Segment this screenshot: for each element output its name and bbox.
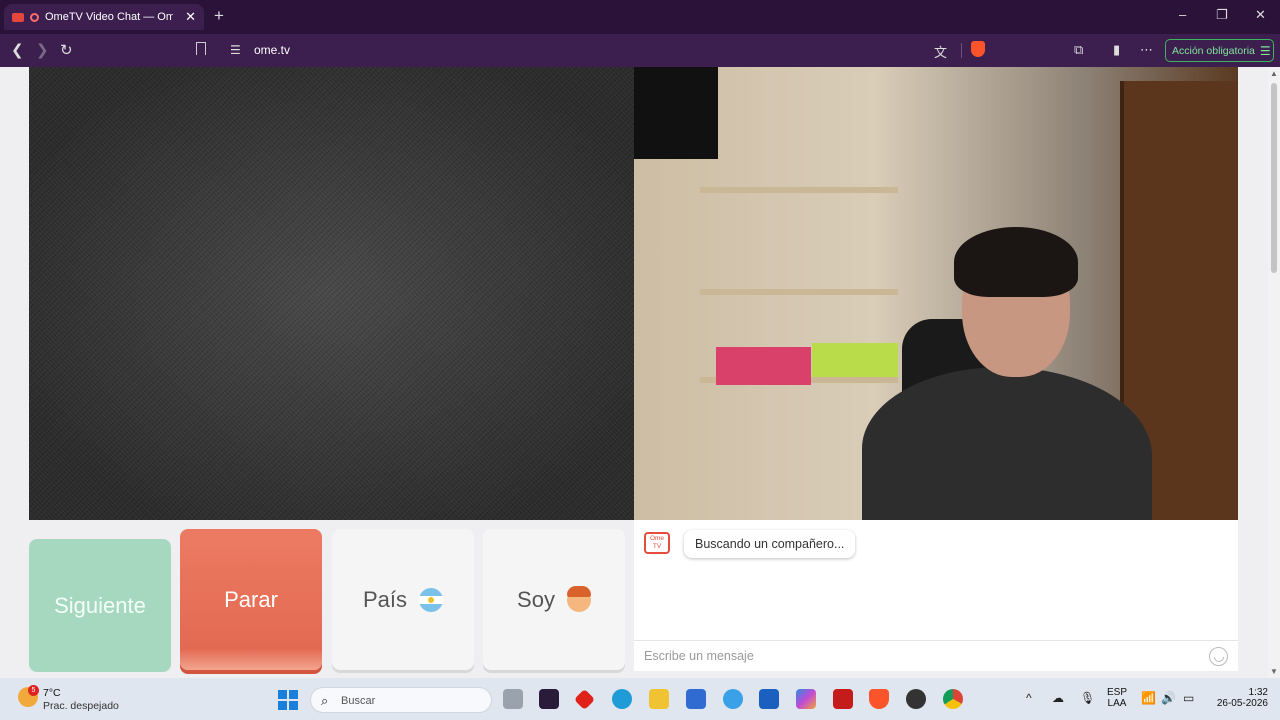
status-message: Buscando un compañero... [684, 530, 856, 558]
next-button[interactable]: Siguiente [29, 539, 171, 672]
wall-poster [634, 67, 718, 159]
menu-icon: ☰ [1259, 43, 1271, 58]
stop-button[interactable]: Parar [180, 529, 322, 670]
person-hair [954, 227, 1078, 297]
onedrive-icon[interactable]: ☁ [1052, 691, 1064, 705]
close-window-button[interactable]: ✕ [1255, 7, 1266, 23]
wifi-icon[interactable]: 📶 [1141, 691, 1156, 705]
shoe-box [716, 347, 811, 385]
person [862, 227, 1152, 520]
weather-description: Prac. despejado [43, 700, 119, 712]
maximize-button[interactable]: ❐ [1216, 7, 1228, 23]
stop-label: Parar [224, 586, 278, 612]
app-icon[interactable] [539, 689, 559, 709]
own-camera-video [634, 67, 1238, 520]
windows-taskbar: 5 7°C Prac. despejado ⌕ Buscar ^ ☁ 🎙 ESP… [0, 678, 1280, 720]
country-button[interactable]: País [332, 529, 474, 670]
app-icon[interactable] [723, 689, 743, 709]
browser-toolbar: ❮ ❯ ↻ ☰ ome.tv 文 ⧉ ▮ ⋯ Acción obligatori… [0, 34, 1280, 67]
chat-panel: Ome TV Buscando un compañero... [634, 520, 1238, 671]
tab-title: OmeTV Video Chat — Omegl [45, 11, 173, 23]
scroll-thumb[interactable] [1271, 83, 1277, 273]
argentina-flag-icon [419, 587, 444, 612]
message-input[interactable] [634, 641, 1238, 671]
scroll-up-icon[interactable]: ▲ [1270, 69, 1278, 78]
brave-taskbar-icon[interactable] [869, 689, 889, 709]
task-view-icon[interactable] [503, 689, 523, 709]
weather-badge: 5 [28, 685, 39, 696]
gender-label: Soy [517, 586, 555, 612]
outlook-icon[interactable] [759, 689, 779, 709]
sidebar-icon[interactable]: ▮ [1113, 42, 1120, 58]
back-icon[interactable]: ❮ [11, 41, 24, 59]
browser-tab[interactable]: OmeTV Video Chat — Omegl ✕ [4, 4, 204, 30]
file-explorer-icon[interactable] [649, 689, 669, 709]
edge-icon[interactable] [612, 689, 632, 709]
browser-tab-bar: OmeTV Video Chat — Omegl ✕ + – ❐ ✕ [0, 0, 1280, 34]
extensions-icon[interactable]: ⋯ [1140, 42, 1153, 58]
screenshot-icon[interactable]: ⧉ [1074, 42, 1083, 58]
boy-face-icon [566, 585, 591, 612]
forward-icon[interactable]: ❯ [36, 41, 49, 59]
copilot-icon[interactable] [796, 689, 816, 709]
store-icon[interactable] [686, 689, 706, 709]
page-scrollbar[interactable]: ▲ ▼ [1268, 67, 1280, 678]
minimize-button[interactable]: – [1179, 7, 1186, 22]
shelf [700, 187, 898, 193]
clock-date: 26-05-2026 [1216, 698, 1268, 709]
clock[interactable]: 1:32 26-05-2026 [1208, 687, 1268, 709]
windows-start-icon[interactable] [278, 690, 298, 710]
scroll-down-icon[interactable]: ▼ [1270, 667, 1278, 676]
emoji-icon[interactable] [1209, 647, 1228, 666]
microphone-icon[interactable]: 🎙 [1080, 691, 1095, 705]
search-icon: ⌕ [321, 693, 329, 708]
weather-temperature: 7°C [43, 687, 61, 699]
required-action-button[interactable]: Acción obligatoria ☰ [1165, 39, 1274, 62]
tab-close-icon[interactable]: ✕ [185, 9, 196, 25]
battery-icon[interactable]: ▭ [1183, 691, 1194, 705]
static-noise [29, 67, 634, 520]
site-settings-icon[interactable]: ☰ [230, 43, 241, 57]
language-indicator[interactable]: ESP LAA [1106, 687, 1128, 709]
ometv-favicon-icon [12, 12, 24, 22]
brave-shields-icon[interactable] [971, 41, 985, 57]
required-action-label: Acción obligatoria [1172, 44, 1255, 57]
translate-icon[interactable]: 文 [934, 42, 947, 61]
clock-time: 1:32 [1248, 687, 1268, 698]
recording-icon [30, 12, 39, 22]
gender-button[interactable]: Soy [483, 529, 625, 670]
taskbar-search[interactable]: ⌕ Buscar [310, 687, 492, 713]
partner-video [29, 67, 634, 520]
volume-icon[interactable]: 🔊 [1161, 691, 1176, 705]
search-label: Buscar [341, 695, 376, 707]
country-label: País [362, 586, 408, 612]
address-bar-url[interactable]: ome.tv [254, 43, 290, 57]
chrome-icon[interactable] [943, 689, 963, 709]
new-tab-button[interactable]: + [214, 6, 224, 26]
person-torso [862, 367, 1152, 520]
ometv-page: Siguiente Parar País Soy Ome TV Buscando … [0, 67, 1268, 678]
next-label: Siguiente [54, 592, 146, 618]
app-icon[interactable] [906, 689, 926, 709]
ometv-logo-icon: Ome TV [644, 532, 670, 554]
bookmark-icon[interactable] [196, 42, 206, 55]
app-icon[interactable] [573, 688, 596, 711]
tray-expand-icon[interactable]: ^ [1026, 691, 1032, 705]
reload-icon[interactable]: ↻ [60, 41, 73, 59]
toolbar-divider [961, 43, 962, 58]
mcafee-icon[interactable] [833, 689, 853, 709]
